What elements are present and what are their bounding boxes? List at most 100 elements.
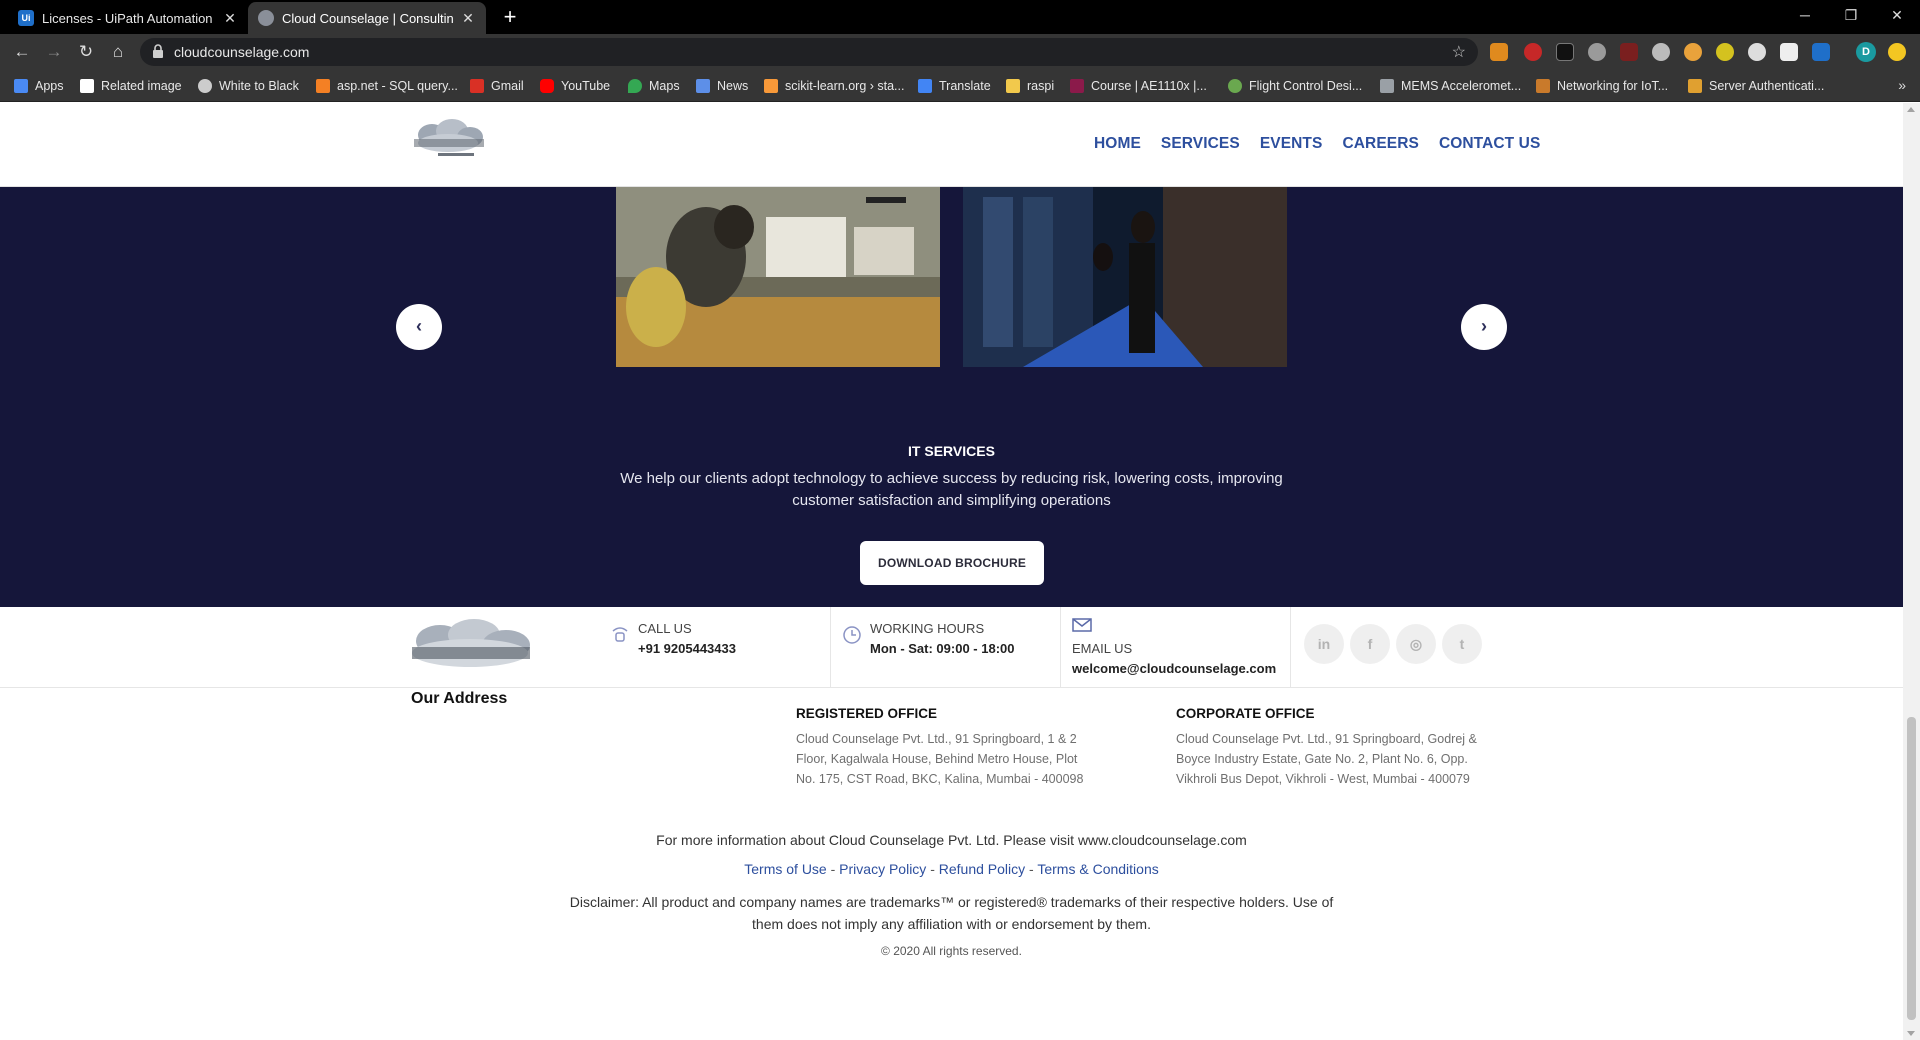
terms-of-use-link[interactable]: Terms of Use xyxy=(744,861,826,877)
gmail-icon xyxy=(470,79,484,93)
extension-icon[interactable] xyxy=(1716,43,1734,61)
nav-careers[interactable]: CAREERS xyxy=(1342,135,1419,153)
disclaimer-text: Disclaimer: All product and company name… xyxy=(569,894,1334,932)
terminal-extension-icon[interactable] xyxy=(1556,43,1574,61)
image-icon xyxy=(80,79,94,93)
close-tab-icon[interactable]: ✕ xyxy=(222,10,238,27)
call-us-label: CALL US xyxy=(638,621,692,636)
extension-icon[interactable] xyxy=(1748,43,1766,61)
bookmark-item[interactable]: Course | AE1110x |... xyxy=(1070,77,1207,95)
bookmark-item[interactable]: Gmail xyxy=(470,77,524,95)
close-window-icon[interactable]: ✕ xyxy=(1874,0,1920,34)
copyright-text: © 2020 All rights reserved. xyxy=(881,944,1022,958)
refund-policy-link[interactable]: Refund Policy xyxy=(939,861,1025,877)
bookmark-item[interactable]: Server Authenticati... xyxy=(1688,77,1824,95)
bookmark-item[interactable]: raspi xyxy=(1006,77,1054,95)
main-navigation: HOME SERVICES EVENTS CAREERS CONTACT US xyxy=(1094,135,1560,153)
bookmark-item[interactable]: Translate xyxy=(918,77,991,95)
working-hours-block: WORKING HOURS Mon - Sat: 09:00 - 18:00 xyxy=(842,607,1062,687)
address-bar[interactable]: cloudcounselage.com ☆ xyxy=(140,38,1478,66)
download-brochure-button[interactable]: DOWNLOAD BROCHURE xyxy=(860,541,1044,585)
extension-icon[interactable] xyxy=(1588,43,1606,61)
globe-icon xyxy=(198,79,212,93)
bookmarks-overflow-icon[interactable]: » xyxy=(1898,77,1906,93)
uipath-icon: Ui xyxy=(18,10,34,26)
phone-number[interactable]: +91 9205443433 xyxy=(638,641,736,656)
service-description: We help our clients adopt technology to … xyxy=(620,470,1283,509)
working-hours-value: Mon - Sat: 09:00 - 18:00 xyxy=(870,641,1015,656)
bookmark-item[interactable]: YouTube xyxy=(540,77,610,95)
nav-contact-us[interactable]: CONTACT US xyxy=(1439,135,1540,153)
email-us-label: EMAIL US xyxy=(1072,641,1133,656)
tab-cloud-counselage[interactable]: Cloud Counselage | Consulting, A ✕ xyxy=(248,2,486,34)
legal-links: Terms of Use - Privacy Policy - Refund P… xyxy=(0,861,1903,877)
scikit-learn-icon xyxy=(764,79,778,93)
tab-title: Licenses - UiPath Automation Cl xyxy=(42,10,216,26)
page-scrollbar[interactable] xyxy=(1903,103,1920,1040)
bookmark-item[interactable]: Maps xyxy=(628,77,680,95)
email-address[interactable]: welcome@cloudcounselage.com xyxy=(1072,661,1276,676)
lock-icon xyxy=(153,44,163,58)
email-us-block: EMAIL US welcome@cloudcounselage.com xyxy=(1072,607,1282,687)
uipath-extension-icon[interactable] xyxy=(1812,43,1830,61)
extension-icon[interactable] xyxy=(1652,43,1670,61)
slider-next-button[interactable]: › xyxy=(1461,304,1507,350)
facebook-icon[interactable]: f xyxy=(1350,624,1390,664)
contact-strip: CALL US +91 9205443433 WORKING HOURS Mon… xyxy=(0,607,1903,688)
bookmark-item[interactable]: White to Black xyxy=(198,77,299,95)
scroll-down-icon[interactable] xyxy=(1907,1031,1915,1036)
extension-icon[interactable] xyxy=(1780,43,1798,61)
bookmark-apps[interactable]: Apps xyxy=(14,77,64,95)
instagram-icon[interactable]: ◎ xyxy=(1396,624,1436,664)
bookmark-item[interactable]: Networking for IoT... xyxy=(1536,77,1668,95)
corporate-office-address: Cloud Counselage Pvt. Ltd., 91 Springboa… xyxy=(1176,732,1477,786)
new-tab-button[interactable]: + xyxy=(496,4,524,32)
tab-uipath-licenses[interactable]: Ui Licenses - UiPath Automation Cl ✕ xyxy=(8,2,248,34)
minimize-icon[interactable]: ─ xyxy=(1782,0,1828,34)
restore-icon[interactable]: ❐ xyxy=(1828,0,1874,34)
registered-office-address: Cloud Counselage Pvt. Ltd., 91 Springboa… xyxy=(796,732,1084,786)
scrollbar-thumb[interactable] xyxy=(1907,717,1916,1020)
news-icon xyxy=(696,79,710,93)
extension-icon[interactable] xyxy=(1490,43,1508,61)
mems-icon xyxy=(1380,79,1394,93)
bookmark-star-icon[interactable]: ☆ xyxy=(1452,42,1466,62)
bookmark-item[interactable]: asp.net - SQL query... xyxy=(316,77,458,95)
page-viewport: HOME SERVICES EVENTS CAREERS CONTACT US xyxy=(0,103,1903,1040)
service-title: IT SERVICES xyxy=(908,443,995,459)
extension-icon[interactable] xyxy=(1524,43,1542,61)
folder-icon xyxy=(1006,79,1020,93)
twitter-icon[interactable]: t xyxy=(1442,624,1482,664)
privacy-policy-link[interactable]: Privacy Policy xyxy=(839,861,926,877)
home-icon[interactable]: ⌂ xyxy=(104,38,132,66)
extension-icon[interactable] xyxy=(1620,43,1638,61)
counselage-logo-footer[interactable] xyxy=(404,619,538,675)
bookmark-item[interactable]: MEMS Acceleromet... xyxy=(1380,77,1521,95)
nav-events[interactable]: EVENTS xyxy=(1260,135,1323,153)
back-icon[interactable]: ← xyxy=(8,38,36,66)
more-info-text: For more information about Cloud Counsel… xyxy=(656,832,1247,848)
extension-icon[interactable] xyxy=(1888,43,1906,61)
bookmark-item[interactable]: scikit-learn.org › sta... xyxy=(764,77,904,95)
close-tab-icon[interactable]: ✕ xyxy=(460,10,476,27)
e-letter-icon xyxy=(1536,79,1550,93)
scroll-up-icon[interactable] xyxy=(1907,107,1915,112)
slider-prev-button[interactable]: ‹ xyxy=(396,304,442,350)
profile-avatar[interactable]: D xyxy=(1856,42,1876,62)
nav-home[interactable]: HOME xyxy=(1094,135,1141,153)
bookmark-item[interactable]: Related image xyxy=(80,77,182,95)
extension-icon[interactable] xyxy=(1684,43,1702,61)
bookmark-item[interactable]: Flight Control Desi... xyxy=(1228,77,1362,95)
nav-services[interactable]: SERVICES xyxy=(1161,135,1240,153)
linkedin-icon[interactable]: in xyxy=(1304,624,1344,664)
address-heading: Our Address xyxy=(411,690,508,707)
terms-conditions-link[interactable]: Terms & Conditions xyxy=(1037,861,1158,877)
services-slider: ‹ › IT SERVICES We help our clients adop… xyxy=(0,187,1903,607)
bookmark-item[interactable]: News xyxy=(696,77,748,95)
translate-icon xyxy=(918,79,932,93)
forward-icon[interactable]: → xyxy=(40,38,68,66)
call-us-block: CALL US +91 9205443433 xyxy=(610,607,830,687)
package-icon xyxy=(1688,79,1702,93)
reload-icon[interactable]: ↻ xyxy=(72,38,100,66)
counselage-logo[interactable] xyxy=(408,117,490,165)
